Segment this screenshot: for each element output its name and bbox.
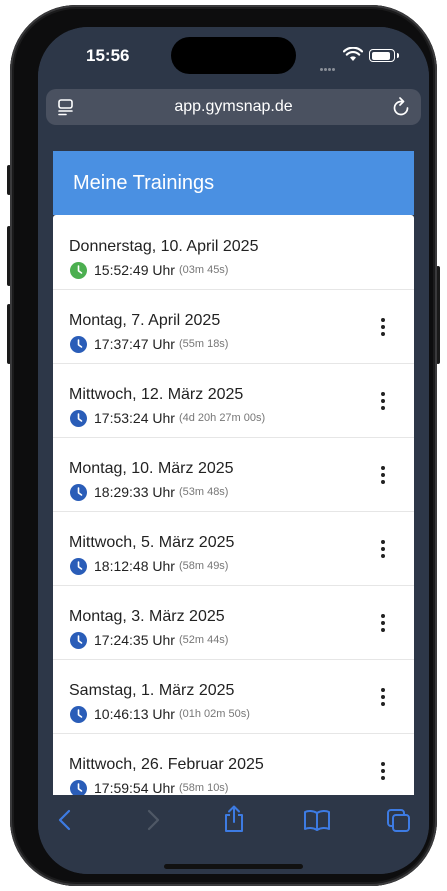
training-list-item[interactable]: Mittwoch, 12. März 2025 17:53:24 Uhr (4d 2… bbox=[53, 363, 414, 438]
more-options-icon[interactable] bbox=[373, 392, 393, 416]
phone-screen: 15:56 app.gymsnap.de Meine Trainings Don… bbox=[38, 27, 429, 874]
page-title: Meine Trainings bbox=[73, 172, 215, 194]
reload-icon[interactable] bbox=[392, 97, 411, 117]
training-date: Mittwoch, 26. Februar 2025 bbox=[69, 756, 264, 773]
training-list-item[interactable]: Montag, 3. März 2025 17:24:35 Uhr (52m 44s… bbox=[53, 585, 414, 660]
training-duration: (58m 49s) bbox=[178, 560, 229, 572]
training-time-row: 17:24:35 Uhr (52m 44s) bbox=[70, 631, 228, 649]
training-time: 17:59:54 Uhr bbox=[94, 780, 175, 796]
training-list-item[interactable]: Mittwoch, 5. März 2025 18:12:48 Uhr (58m 4… bbox=[53, 511, 414, 586]
clock-icon bbox=[70, 483, 87, 501]
trainings-header: Meine Trainings bbox=[53, 151, 414, 215]
clock-icon bbox=[70, 705, 87, 723]
more-options-icon[interactable] bbox=[373, 762, 393, 786]
wifi-icon bbox=[343, 47, 363, 61]
training-date: Samstag, 1. März 2025 bbox=[69, 682, 235, 699]
page-content: Meine Trainings Donnerstag, 10. April 20… bbox=[38, 131, 429, 856]
more-options-icon[interactable] bbox=[373, 540, 393, 564]
training-time-row: 15:52:49 Uhr (03m 45s) bbox=[70, 261, 228, 279]
training-time-row: 10:46:13 Uhr (01h 02m 50s) bbox=[70, 705, 250, 723]
home-indicator bbox=[164, 864, 303, 869]
status-bar: 15:56 bbox=[38, 27, 429, 85]
training-date: Montag, 10. März 2025 bbox=[69, 460, 234, 477]
cellular-signal-icon bbox=[320, 58, 336, 76]
more-options-icon[interactable] bbox=[373, 466, 393, 490]
training-duration: (03m 45s) bbox=[178, 264, 229, 276]
dynamic-island bbox=[171, 37, 296, 74]
clock-icon bbox=[70, 631, 87, 649]
training-duration: (52m 44s) bbox=[178, 634, 229, 646]
browser-toolbar bbox=[38, 795, 429, 874]
training-time: 10:46:13 Uhr bbox=[94, 706, 175, 722]
training-date: Donnerstag, 10. April 2025 bbox=[69, 238, 259, 255]
url-text: app.gymsnap.de bbox=[174, 98, 293, 115]
status-time: 15:56 bbox=[86, 46, 130, 65]
back-icon[interactable] bbox=[56, 809, 76, 831]
training-date: Mittwoch, 5. März 2025 bbox=[69, 534, 235, 551]
clock-icon bbox=[70, 335, 87, 353]
training-duration: (01h 02m 50s) bbox=[178, 708, 250, 720]
phone-frame: 15:56 app.gymsnap.de Meine Trainings Don… bbox=[10, 5, 437, 886]
more-options-icon[interactable] bbox=[373, 318, 393, 342]
training-duration: (4d 20h 27m 00s) bbox=[178, 412, 266, 424]
training-list-item[interactable]: Samstag, 1. März 2025 10:46:13 Uhr (01h 02… bbox=[53, 659, 414, 734]
training-time-row: 18:12:48 Uhr (58m 49s) bbox=[70, 557, 228, 575]
training-duration: (55m 18s) bbox=[178, 338, 229, 350]
bookmarks-icon[interactable] bbox=[303, 809, 331, 831]
training-list-item[interactable]: Donnerstag, 10. April 2025 15:52:49 Uhr (0… bbox=[53, 215, 414, 290]
training-date: Montag, 3. März 2025 bbox=[69, 608, 225, 625]
training-date: Montag, 7. April 2025 bbox=[69, 312, 221, 329]
address-bar[interactable]: app.gymsnap.de bbox=[46, 89, 421, 125]
training-time-row: 17:53:24 Uhr (4d 20h 27m 00s) bbox=[70, 409, 265, 427]
forward-icon[interactable] bbox=[142, 809, 162, 831]
training-list-item[interactable]: Montag, 10. März 2025 18:29:33 Uhr (53m 48… bbox=[53, 437, 414, 512]
training-list-item[interactable]: Montag, 7. April 2025 17:37:47 Uhr (55m 18… bbox=[53, 289, 414, 364]
training-list: Donnerstag, 10. April 2025 15:52:49 Uhr (0… bbox=[53, 215, 414, 805]
training-time-row: 17:37:47 Uhr (55m 18s) bbox=[70, 335, 228, 353]
training-time-row: 18:29:33 Uhr (53m 48s) bbox=[70, 483, 228, 501]
training-duration: (58m 10s) bbox=[178, 782, 229, 794]
training-duration: (53m 48s) bbox=[178, 486, 229, 498]
clock-icon bbox=[70, 409, 87, 427]
training-time: 17:37:47 Uhr bbox=[94, 336, 175, 352]
clock-icon bbox=[70, 557, 87, 575]
training-date: Mittwoch, 12. März 2025 bbox=[69, 386, 244, 403]
training-time: 18:12:48 Uhr bbox=[94, 558, 175, 574]
battery-icon bbox=[369, 49, 399, 62]
share-icon[interactable] bbox=[222, 805, 246, 833]
clock-icon bbox=[70, 779, 87, 797]
training-time: 15:52:49 Uhr bbox=[94, 262, 175, 278]
clock-icon bbox=[70, 261, 87, 279]
more-options-icon[interactable] bbox=[373, 614, 393, 638]
training-time: 18:29:33 Uhr bbox=[94, 484, 175, 500]
training-time: 17:24:35 Uhr bbox=[94, 632, 175, 648]
tabs-icon[interactable] bbox=[386, 808, 412, 834]
training-time: 17:53:24 Uhr bbox=[94, 410, 175, 426]
more-options-icon[interactable] bbox=[373, 688, 393, 712]
